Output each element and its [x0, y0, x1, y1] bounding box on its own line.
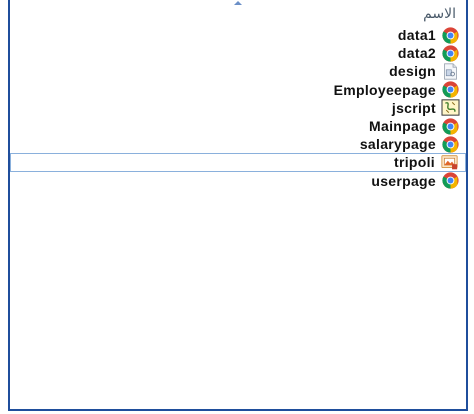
image-file-icon — [438, 154, 460, 171]
file-list-panel: الاسم data1 data2 design Employeepage js… — [8, 0, 468, 411]
javascript-file-icon — [439, 99, 461, 117]
file-row-userpage[interactable]: userpage — [10, 172, 466, 190]
column-header-name[interactable]: الاسم — [423, 5, 456, 22]
file-row-jscript[interactable]: jscript — [10, 99, 466, 117]
css-file-icon — [439, 63, 461, 80]
sort-ascending-icon[interactable] — [234, 1, 242, 5]
file-name: tripoli — [394, 154, 435, 171]
file-row-employeepage[interactable]: Employeepage — [10, 81, 466, 99]
chrome-icon — [439, 136, 461, 153]
file-row-mainpage[interactable]: Mainpage — [10, 117, 466, 135]
file-name: userpage — [371, 172, 436, 189]
file-list: data1 data2 design Employeepage jscript … — [10, 26, 466, 190]
file-row-data1[interactable]: data1 — [10, 26, 466, 44]
file-row-data2[interactable]: data2 — [10, 44, 466, 62]
file-name: data1 — [397, 27, 436, 44]
file-name: jscript — [391, 99, 436, 116]
file-name: Mainpage — [369, 118, 436, 135]
file-row-tripoli[interactable]: tripoli — [10, 153, 466, 172]
file-name: data2 — [397, 45, 436, 62]
file-name: design — [389, 63, 436, 80]
file-name: Employeepage — [333, 81, 436, 98]
file-row-design[interactable]: design — [10, 62, 466, 80]
chrome-icon — [439, 172, 461, 189]
chrome-icon — [439, 45, 461, 62]
file-row-salarypage[interactable]: salarypage — [10, 135, 466, 153]
chrome-icon — [439, 81, 461, 98]
file-name: salarypage — [359, 136, 436, 153]
chrome-icon — [439, 27, 461, 44]
chrome-icon — [439, 117, 461, 135]
